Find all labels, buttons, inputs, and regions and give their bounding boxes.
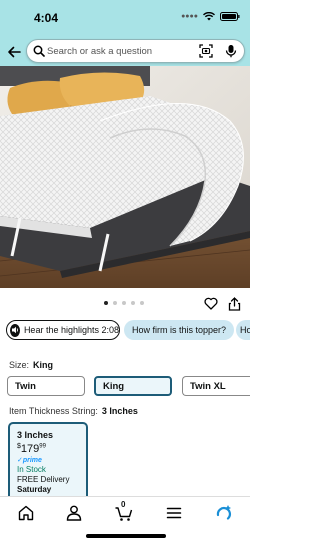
thickness-option-3-inches[interactable]: 3 Inches $17999 ✓prime In Stock FREE Del… [8, 422, 88, 502]
audio-play-icon [10, 323, 20, 337]
search-icon [33, 45, 45, 57]
size-selected-value: King [33, 360, 54, 370]
camera-scan-icon[interactable] [199, 44, 213, 58]
carousel-indicator[interactable] [104, 301, 144, 305]
stock-status: In Stock [17, 465, 46, 474]
wifi-icon [203, 12, 215, 21]
account-icon[interactable] [64, 503, 84, 523]
signal-icon: ●●●● [181, 13, 198, 20]
prime-badge: ✓prime [17, 457, 42, 464]
home-icon[interactable] [16, 503, 36, 523]
product-image[interactable] [0, 66, 250, 288]
status-bar: 4:04 ●●●● [0, 0, 250, 38]
microphone-icon[interactable] [225, 44, 237, 58]
carousel-dot[interactable] [140, 301, 144, 305]
search-placeholder: Search or ask a question [47, 46, 153, 57]
thickness-option-price: $17999 [17, 443, 79, 455]
search-input[interactable]: Search or ask a question [26, 39, 245, 63]
battery-icon [220, 12, 240, 21]
chip-row: Hear the highlights 2:08 How firm is thi… [0, 320, 250, 342]
carousel-dot[interactable] [113, 301, 117, 305]
thickness-selected-value: 3 Inches [101, 406, 138, 416]
price-whole: 179 [20, 443, 40, 455]
search-header: Search or ask a question [0, 38, 250, 66]
size-label: Size: King [9, 360, 53, 370]
hear-highlights-label: Hear the highlights 2:08 [23, 325, 119, 335]
question-chip-label: How firm is this topper? [132, 325, 227, 335]
product-photo [0, 66, 250, 288]
cart-count: 0 [121, 500, 126, 509]
carousel-dot[interactable] [131, 301, 135, 305]
question-chip-firmness[interactable]: How firm is this topper? [124, 320, 234, 340]
delivery-info: FREE Delivery [17, 475, 70, 484]
size-label-text: Size: [9, 360, 30, 370]
menu-icon[interactable] [164, 503, 184, 523]
question-chip-label: Ho [240, 325, 250, 335]
question-chip-next[interactable]: Ho [236, 320, 250, 340]
status-time: 4:04 [34, 11, 59, 25]
heart-icon[interactable] [204, 297, 218, 310]
home-indicator [86, 534, 166, 538]
carousel-dot[interactable] [122, 301, 126, 305]
cart-button[interactable]: 0 [114, 500, 134, 523]
size-option-twin[interactable]: Twin [7, 376, 85, 396]
hear-highlights-button[interactable]: Hear the highlights 2:08 [6, 320, 120, 340]
price-fraction: 99 [39, 443, 46, 450]
size-option-king[interactable]: King [94, 376, 172, 396]
thickness-option-title: 3 Inches [17, 430, 54, 440]
rufus-assistant-icon[interactable] [214, 503, 234, 523]
size-option-twin-xl[interactable]: Twin XL [182, 376, 250, 396]
carousel-dot[interactable] [104, 301, 108, 305]
delivery-day: Saturday [17, 485, 52, 494]
thickness-label: Item Thickness String: 3 Inches [9, 406, 138, 416]
share-icon[interactable] [228, 297, 241, 311]
thickness-label-text: Item Thickness String: [9, 406, 98, 416]
status-icons: ●●●● [181, 12, 240, 21]
back-arrow-icon[interactable] [6, 44, 22, 60]
